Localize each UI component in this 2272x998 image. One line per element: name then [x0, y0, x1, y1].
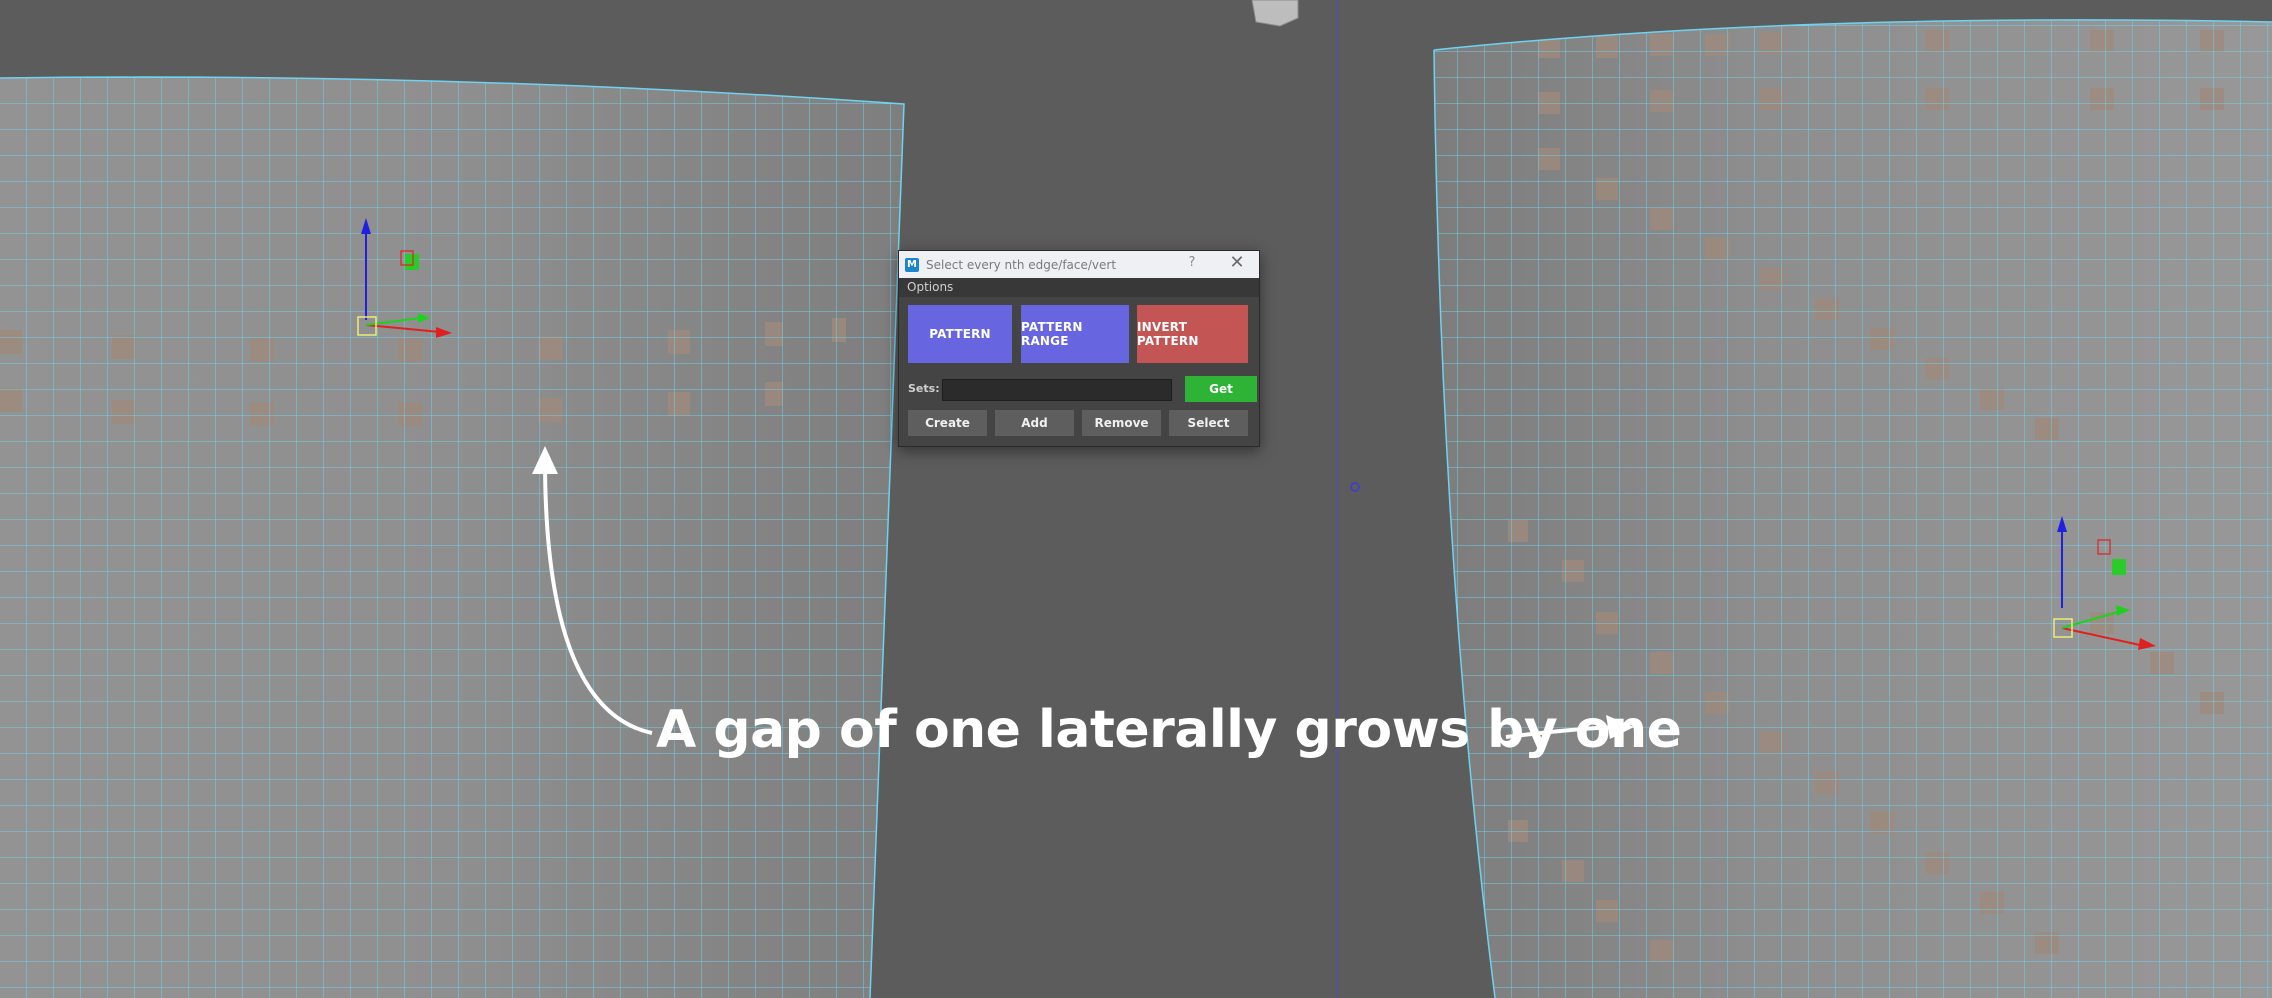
pattern-button-row: PATTERN PATTERN RANGE INVERT PATTERN — [908, 305, 1252, 363]
left-cylinder-mesh[interactable] — [0, 60, 910, 998]
scene-canvas[interactable] — [0, 0, 2272, 998]
pattern-button[interactable]: PATTERN — [908, 305, 1012, 363]
dialog-titlebar[interactable]: M Select every nth edge/face/vert ? ✕ — [899, 251, 1259, 278]
sets-row: Sets: Get — [908, 376, 1257, 402]
get-button[interactable]: Get — [1185, 376, 1257, 402]
sets-action-row: Create Add Remove Select — [908, 410, 1252, 436]
pivot-point — [1350, 482, 1360, 492]
sets-input[interactable] — [942, 379, 1172, 401]
sets-label: Sets: — [908, 382, 940, 395]
options-menu[interactable]: Options — [899, 278, 1259, 297]
select-button[interactable]: Select — [1169, 410, 1248, 436]
invert-pattern-button[interactable]: INVERT PATTERN — [1137, 305, 1248, 363]
help-icon[interactable]: ? — [1183, 255, 1201, 270]
right-cylinder-mesh[interactable] — [1420, 0, 2272, 998]
viewport[interactable]: A gap of one laterally grows by one M Se… — [0, 0, 2272, 998]
close-icon[interactable]: ✕ — [1225, 252, 1249, 273]
create-button[interactable]: Create — [908, 410, 987, 436]
pattern-range-button[interactable]: PATTERN RANGE — [1021, 305, 1129, 363]
remove-button[interactable]: Remove — [1082, 410, 1161, 436]
dialog-title: Select every nth edge/face/vert — [926, 257, 1117, 272]
view-cube-icon[interactable] — [1251, 0, 1299, 27]
annotation-caption: A gap of one laterally grows by one — [656, 700, 1682, 760]
add-button[interactable]: Add — [995, 410, 1074, 436]
app-logo-icon: M — [905, 257, 919, 272]
select-nth-dialog[interactable]: M Select every nth edge/face/vert ? ✕ Op… — [898, 250, 1260, 447]
